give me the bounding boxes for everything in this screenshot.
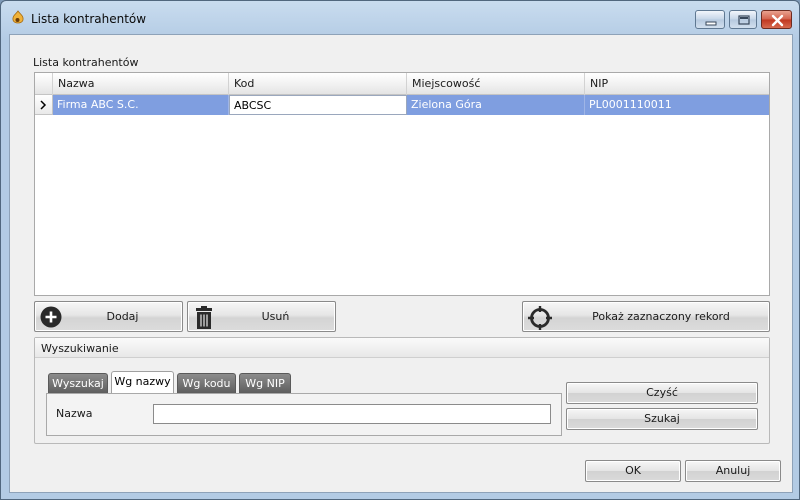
close-icon (771, 14, 784, 27)
search-button[interactable]: Szukaj (566, 408, 758, 430)
search-groupbox-header: Wyszukiwanie (35, 338, 769, 358)
crosshair-icon (528, 306, 552, 330)
window-title: Lista kontrahentów (31, 12, 147, 26)
dialog-window: Lista kontrahentów Lista kontrahentów Na… (0, 0, 800, 500)
show-selected-record-label: Pokaż zaznaczony rekord (592, 310, 730, 323)
name-search-input[interactable] (153, 404, 551, 424)
cell-name[interactable]: Firma ABC S.C. (53, 95, 229, 115)
header-corner (35, 73, 53, 95)
tab-by-code[interactable]: Wg kodu (177, 373, 236, 393)
column-header-code[interactable]: Kod (229, 73, 407, 95)
row-indicator[interactable] (35, 95, 53, 115)
tab-search[interactable]: Wyszukaj (48, 373, 108, 393)
delete-button[interactable]: Usuń (187, 301, 336, 332)
title-bar[interactable]: Lista kontrahentów (1, 1, 799, 34)
trash-icon (196, 306, 212, 329)
minimize-button[interactable] (695, 10, 725, 29)
cell-city[interactable]: Zielona Góra (407, 95, 585, 115)
row-pointer-icon (40, 100, 47, 110)
tab-by-name[interactable]: Wg nazwy (111, 371, 174, 394)
ok-button[interactable]: OK (585, 460, 681, 482)
maximize-icon (738, 15, 750, 25)
column-header-city[interactable]: Miejscowość (407, 73, 585, 95)
close-button[interactable] (761, 10, 792, 29)
delete-button-label: Usuń (261, 310, 290, 323)
tab-by-nip[interactable]: Wg NIP (239, 373, 291, 393)
list-label: Lista kontrahentów (33, 56, 139, 69)
table-row[interactable]: Firma ABC S.C. ABCSC Zielona Góra PL0001… (53, 95, 769, 115)
tab-panel-by-name: Nazwa (46, 393, 562, 436)
cell-nip[interactable]: PL0001110011 (585, 95, 769, 115)
cell-code[interactable]: ABCSC (229, 95, 407, 115)
clear-button[interactable]: Czyść (566, 382, 758, 404)
contractors-grid[interactable]: Nazwa Kod Miejscowość NIP Firma ABC S.C.… (34, 72, 770, 296)
search-groupbox: Wyszukiwanie Wyszukaj Wg nazwy Wg kodu W… (34, 337, 770, 444)
minimize-icon (705, 21, 717, 26)
add-button-label: Dodaj (106, 310, 139, 323)
show-selected-record-button[interactable]: Pokaż zaznaczony rekord (522, 301, 770, 332)
name-field-label: Nazwa (56, 407, 93, 420)
grid-header: Nazwa Kod Miejscowość NIP (35, 73, 769, 95)
column-header-name[interactable]: Nazwa (53, 73, 229, 95)
search-group-title: Wyszukiwanie (41, 342, 119, 355)
add-icon (40, 306, 62, 328)
column-header-nip[interactable]: NIP (585, 73, 769, 95)
dialog-content: Lista kontrahentów Nazwa Kod Miejscowość… (9, 34, 793, 493)
cancel-button[interactable]: Anuluj (685, 460, 781, 482)
add-button[interactable]: Dodaj (34, 301, 183, 332)
app-icon (12, 10, 24, 24)
maximize-button[interactable] (729, 10, 757, 29)
